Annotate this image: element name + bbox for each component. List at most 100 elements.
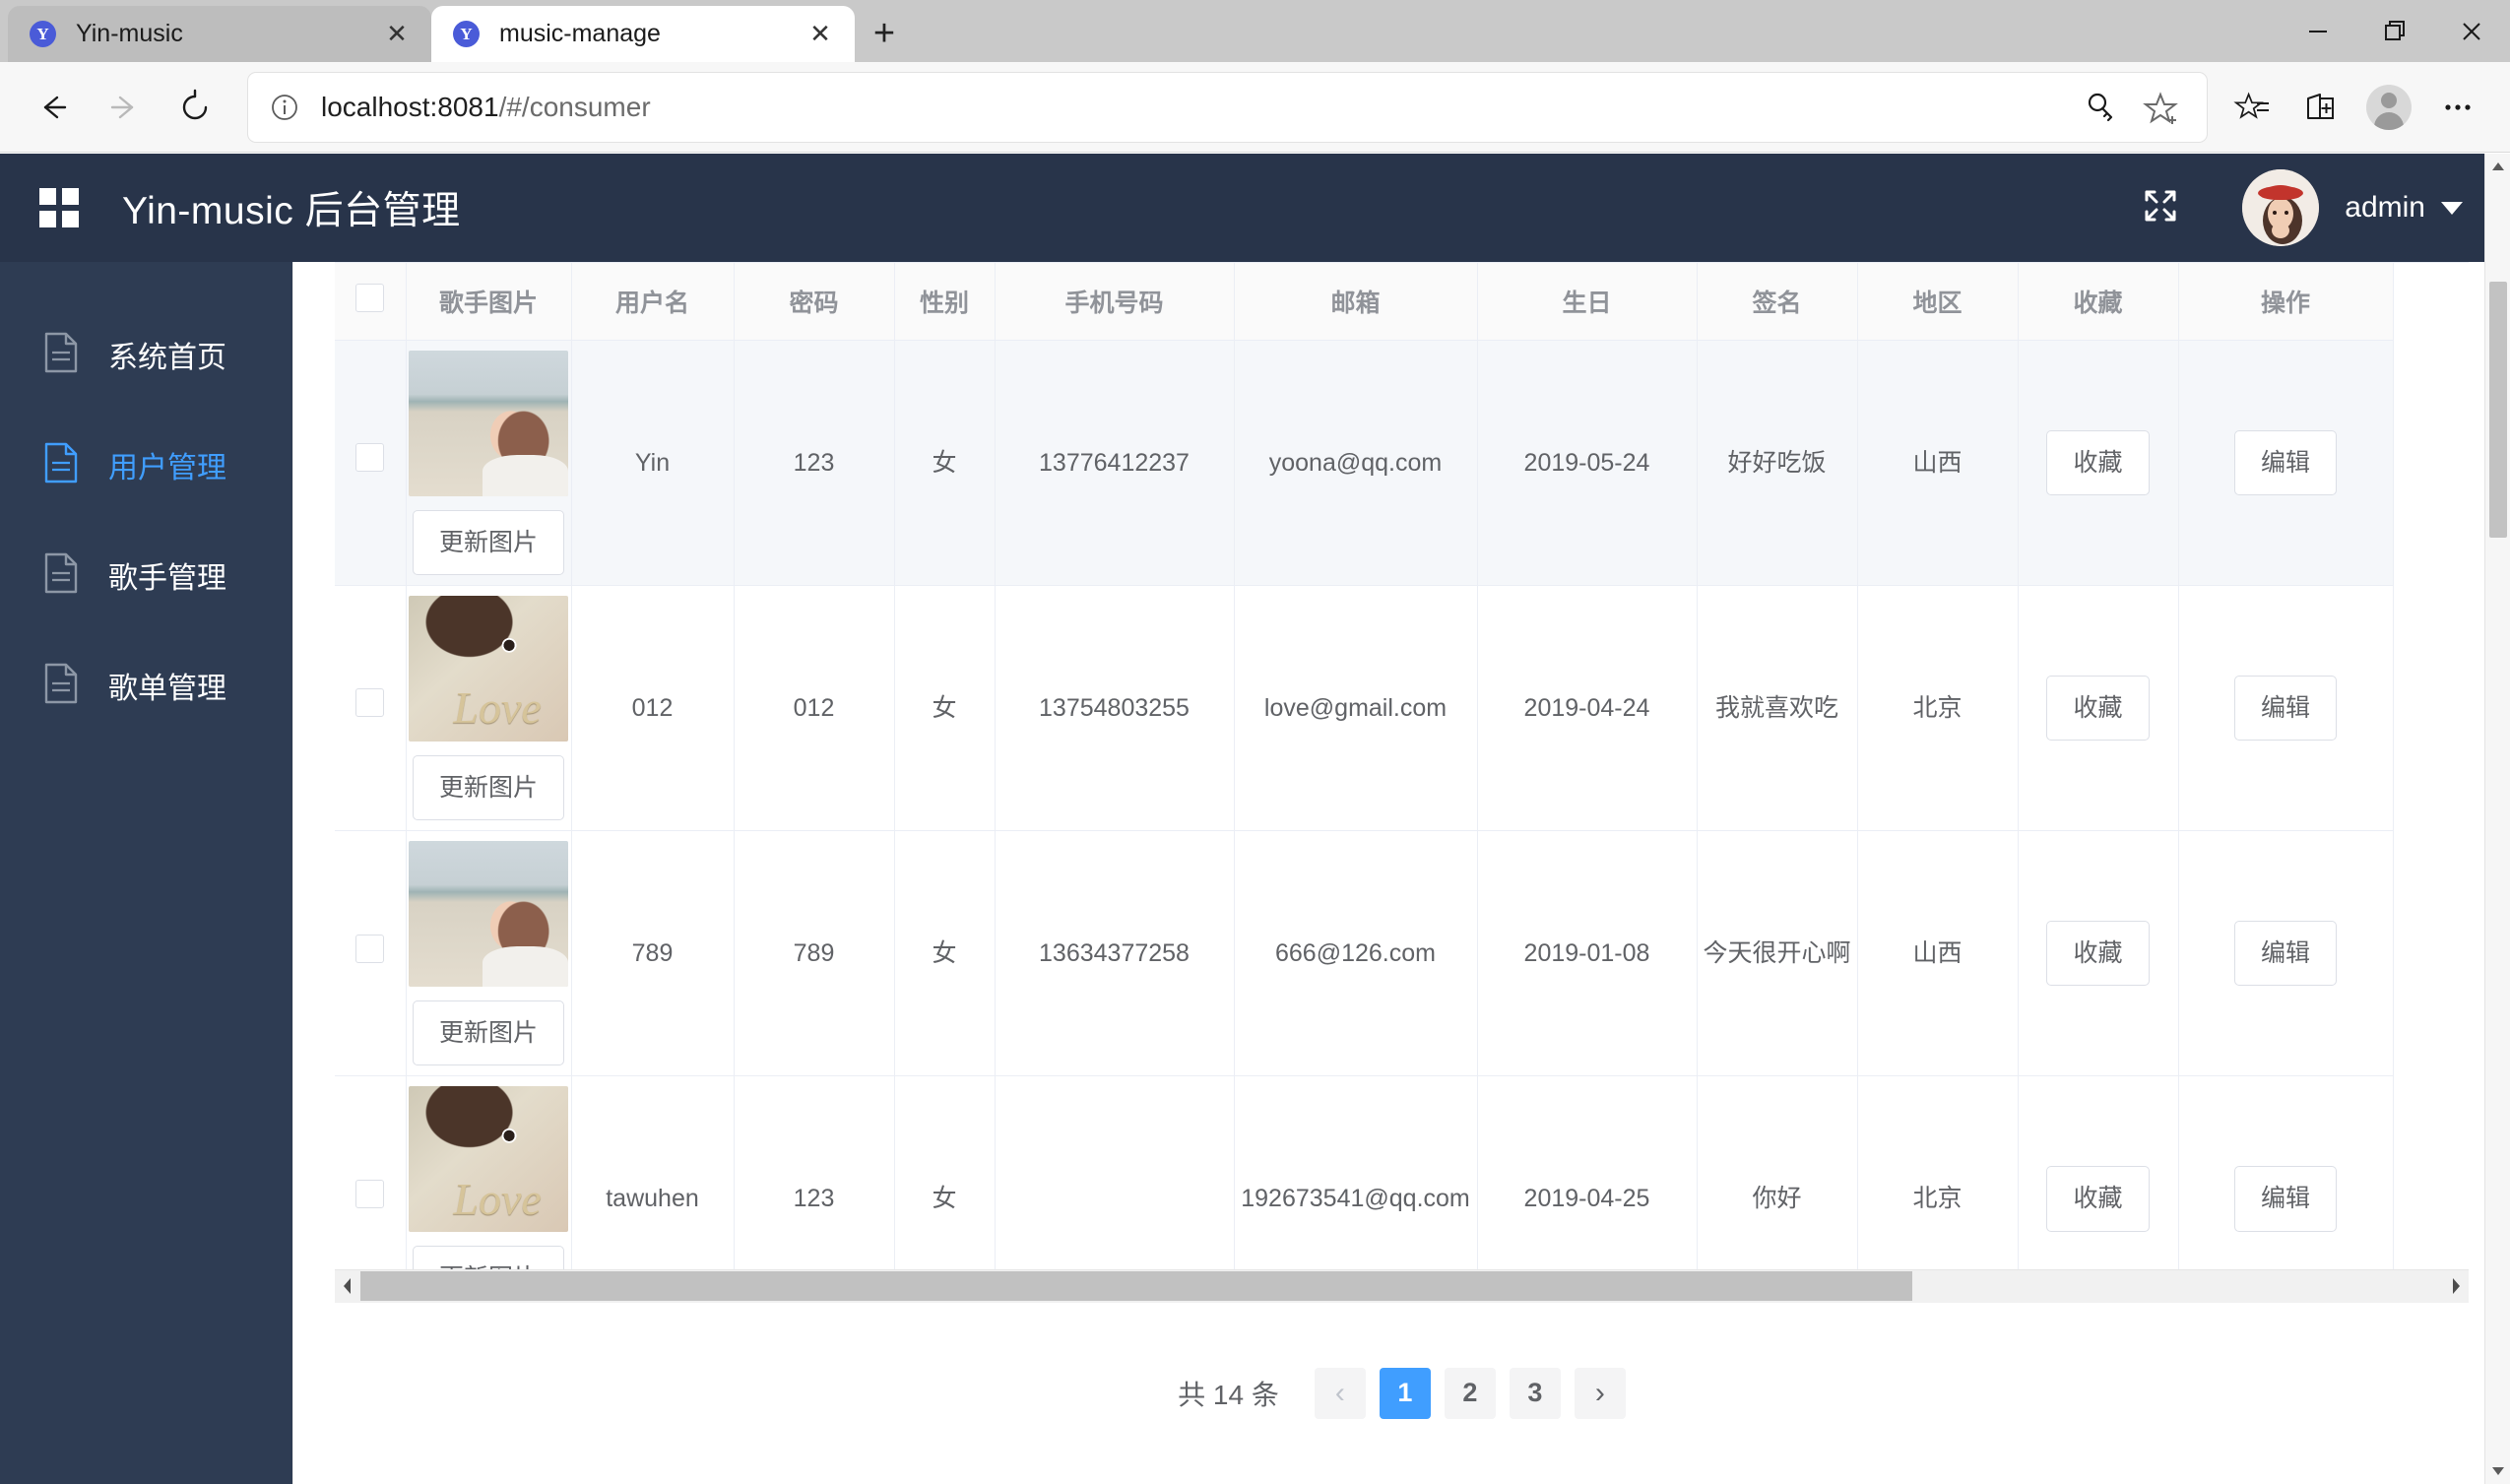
edit-button[interactable]: 编辑 bbox=[2233, 921, 2337, 987]
sidebar-item-label: 歌手管理 bbox=[108, 562, 226, 595]
close-window-icon[interactable] bbox=[2433, 0, 2510, 62]
key-icon[interactable] bbox=[2071, 77, 2132, 138]
favorite-button[interactable]: 收藏 bbox=[2046, 429, 2150, 495]
cell-password: 789 bbox=[734, 830, 895, 1077]
select-all-checkbox[interactable] bbox=[355, 283, 385, 312]
cell-favorite: 收藏 bbox=[2018, 1075, 2179, 1269]
back-icon[interactable] bbox=[18, 72, 89, 143]
sidebar-item-users[interactable]: 用户管理 bbox=[0, 410, 292, 520]
main-content: 歌手图片 用户名 密码 性别 手机号码 邮箱 生日 签名 地区 收藏 操作 更新… bbox=[292, 262, 2510, 1484]
tab-yin-music[interactable]: Y Yin-music ✕ bbox=[8, 6, 431, 62]
scrollbar-track[interactable] bbox=[360, 1269, 2443, 1303]
document-icon bbox=[43, 552, 79, 599]
column-header-email: 邮箱 bbox=[1234, 263, 1478, 341]
cell-phone: 13754803255 bbox=[995, 585, 1235, 832]
scroll-left-icon[interactable] bbox=[335, 1275, 360, 1297]
scroll-down-icon[interactable] bbox=[2485, 1458, 2510, 1484]
omnibox-actions bbox=[2071, 77, 2193, 138]
document-icon bbox=[43, 332, 79, 378]
tab-close-icon[interactable]: ✕ bbox=[376, 14, 418, 55]
cell-username: 789 bbox=[571, 830, 735, 1077]
prev-page-button[interactable]: ‹ bbox=[1314, 1367, 1366, 1419]
row-checkbox[interactable] bbox=[355, 934, 385, 963]
edit-button[interactable]: 编辑 bbox=[2233, 429, 2337, 495]
favorite-button[interactable]: 收藏 bbox=[2046, 1166, 2150, 1232]
scrollbar-thumb[interactable] bbox=[360, 1271, 1912, 1302]
horizontal-scrollbar[interactable] bbox=[335, 1268, 2469, 1303]
update-image-button[interactable]: 更新图片 bbox=[412, 754, 564, 820]
scroll-right-icon[interactable] bbox=[2443, 1275, 2469, 1297]
row-checkbox[interactable] bbox=[355, 688, 385, 718]
sidebar-item-label: 歌单管理 bbox=[108, 673, 226, 705]
chevron-down-icon[interactable] bbox=[2441, 201, 2463, 215]
next-page-button[interactable]: › bbox=[1574, 1367, 1626, 1419]
cell-phone: 13776412237 bbox=[995, 340, 1235, 586]
grid-apps-icon[interactable] bbox=[39, 188, 79, 227]
row-image-cell: 更新图片 bbox=[406, 1075, 572, 1269]
user-name-label: admin bbox=[2345, 191, 2425, 224]
row-checkbox[interactable] bbox=[355, 443, 385, 472]
cell-birthday: 2019-05-24 bbox=[1477, 340, 1698, 586]
page-button-1[interactable]: 1 bbox=[1379, 1367, 1431, 1419]
row-checkbox[interactable] bbox=[355, 1179, 385, 1208]
tab-close-icon[interactable]: ✕ bbox=[800, 14, 841, 55]
cell-password: 123 bbox=[734, 340, 895, 586]
row-select-cell bbox=[335, 340, 407, 586]
avatar[interactable] bbox=[2242, 169, 2320, 246]
update-image-button[interactable]: 更新图片 bbox=[412, 1246, 564, 1269]
app-body: 系统首页 用户管理 歌手管理 歌单管理 歌手图片 用户名 密码 性别 手机号码 … bbox=[0, 262, 2510, 1484]
cell-signature: 今天很开心啊 bbox=[1697, 830, 1858, 1077]
page-button-2[interactable]: 2 bbox=[1444, 1367, 1496, 1419]
cell-signature: 你好 bbox=[1697, 1075, 1858, 1269]
fullscreen-expand-icon[interactable] bbox=[2138, 183, 2183, 233]
sidebar-item-home[interactable]: 系统首页 bbox=[0, 299, 292, 410]
column-header-sex: 性别 bbox=[894, 263, 996, 341]
column-header-signature: 签名 bbox=[1697, 263, 1858, 341]
edit-button[interactable]: 编辑 bbox=[2233, 675, 2337, 741]
browser-essentials-icon[interactable] bbox=[2285, 73, 2354, 142]
new-tab-button[interactable]: + bbox=[855, 6, 914, 62]
reload-icon[interactable] bbox=[160, 72, 230, 143]
favorite-star-icon[interactable] bbox=[2132, 77, 2193, 138]
column-header-password: 密码 bbox=[734, 263, 895, 341]
maximize-restore-icon[interactable] bbox=[2356, 0, 2433, 62]
page-button-3[interactable]: 3 bbox=[1509, 1367, 1561, 1419]
table-row[interactable]: 更新图片 789 789 女 13634377258 666@126.com 2… bbox=[335, 830, 2394, 1077]
cell-phone: 13634377258 bbox=[995, 830, 1235, 1077]
row-select-cell bbox=[335, 1075, 407, 1269]
header-right-group: admin bbox=[2138, 169, 2463, 246]
minimize-icon[interactable] bbox=[2280, 0, 2356, 62]
scroll-up-icon[interactable] bbox=[2485, 154, 2510, 179]
browser-window: Y Yin-music ✕ Y music-manage ✕ + localho… bbox=[0, 0, 2510, 1484]
update-image-button[interactable]: 更新图片 bbox=[412, 509, 564, 575]
sidebar-item-singers[interactable]: 歌手管理 bbox=[0, 520, 292, 630]
settings-more-icon[interactable] bbox=[2423, 73, 2492, 142]
tab-music-manage[interactable]: Y music-manage ✕ bbox=[431, 6, 855, 62]
column-select-all bbox=[335, 263, 407, 341]
cell-signature: 我就喜欢吃 bbox=[1697, 585, 1858, 832]
window-controls bbox=[2280, 0, 2510, 62]
site-info-icon[interactable] bbox=[262, 85, 307, 130]
sidebar-item-playlists[interactable]: 歌单管理 bbox=[0, 630, 292, 741]
column-header-image: 歌手图片 bbox=[406, 263, 572, 341]
favorite-button[interactable]: 收藏 bbox=[2046, 675, 2150, 741]
collections-icon[interactable] bbox=[2217, 73, 2285, 142]
address-bar[interactable]: localhost:8081/#/consumer bbox=[248, 72, 2207, 142]
table-row[interactable]: 更新图片 tawuhen 123 女 192673541@qq.com 2019… bbox=[335, 1075, 2394, 1269]
table-header-row: 歌手图片 用户名 密码 性别 手机号码 邮箱 生日 签名 地区 收藏 操作 bbox=[335, 263, 2394, 341]
edit-button[interactable]: 编辑 bbox=[2233, 1166, 2337, 1232]
table-row[interactable]: 更新图片 012 012 女 13754803255 love@gmail.co… bbox=[335, 585, 2394, 832]
users-table: 歌手图片 用户名 密码 性别 手机号码 邮箱 生日 签名 地区 收藏 操作 更新… bbox=[335, 263, 2394, 1269]
favorite-button[interactable]: 收藏 bbox=[2046, 921, 2150, 987]
update-image-button[interactable]: 更新图片 bbox=[412, 1000, 564, 1066]
table-row[interactable]: 更新图片 Yin 123 女 13776412237 yoona@qq.com … bbox=[335, 340, 2394, 586]
cell-email: yoona@qq.com bbox=[1234, 340, 1478, 586]
page-vertical-scrollbar[interactable] bbox=[2484, 154, 2510, 1484]
row-select-cell bbox=[335, 830, 407, 1077]
vertical-scrollbar-thumb[interactable] bbox=[2489, 282, 2507, 538]
cell-favorite: 收藏 bbox=[2018, 585, 2179, 832]
profile-icon[interactable] bbox=[2354, 73, 2423, 142]
cell-password: 123 bbox=[734, 1075, 895, 1269]
user-photo bbox=[409, 1086, 568, 1233]
user-photo bbox=[409, 350, 568, 496]
